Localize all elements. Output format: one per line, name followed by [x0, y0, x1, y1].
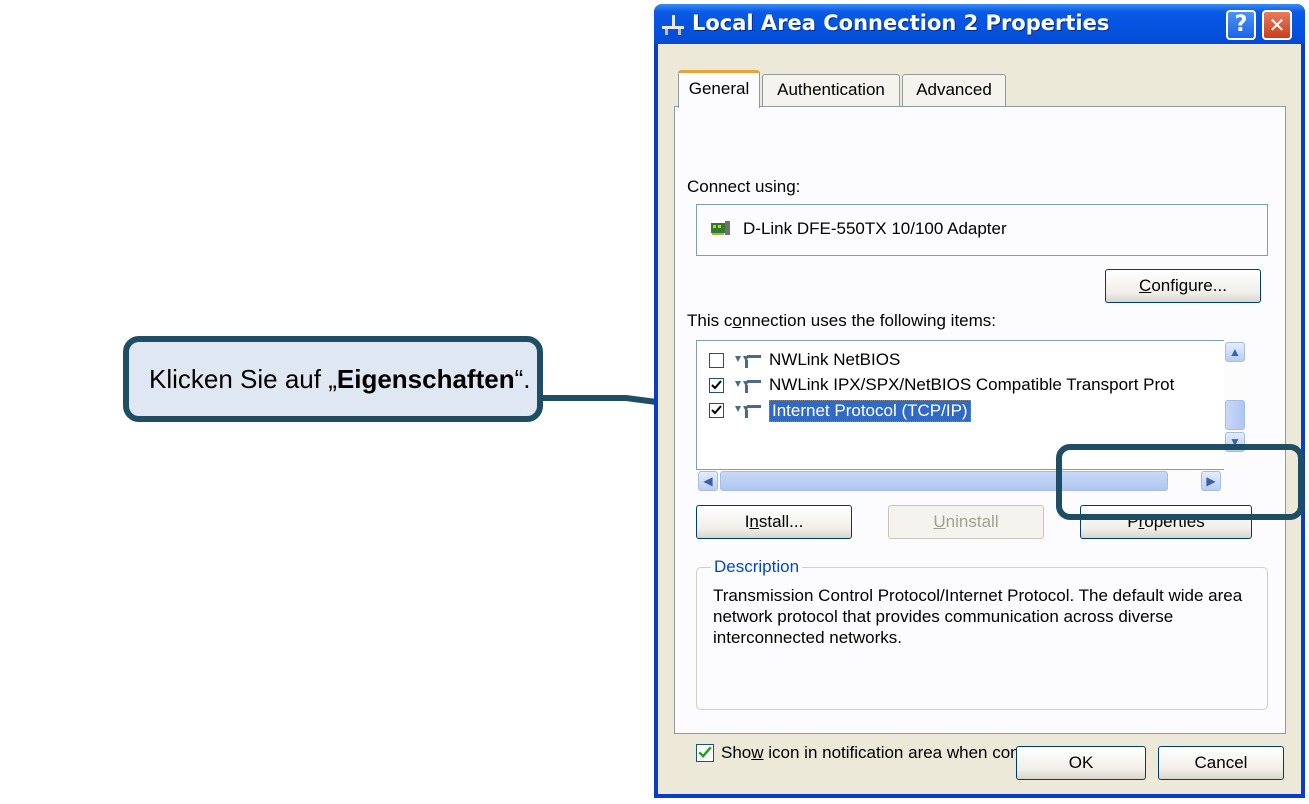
connect-using-label: Connect using:	[687, 177, 801, 196]
description-title: Description	[711, 557, 803, 577]
network-adapter-icon	[711, 221, 730, 235]
close-button[interactable]: ✕	[1262, 10, 1292, 40]
network-connection-icon	[662, 15, 684, 35]
scroll-thumb[interactable]	[1225, 400, 1245, 430]
cancel-button[interactable]: Cancel	[1158, 746, 1284, 780]
window-title: Local Area Connection 2 Properties	[692, 11, 1110, 35]
protocol-icon	[735, 380, 761, 393]
help-button[interactable]: ?	[1226, 10, 1256, 40]
tab-general[interactable]: General	[678, 70, 760, 108]
item-checkbox[interactable]	[709, 403, 724, 418]
item-label: Internet Protocol (TCP/IP)	[769, 400, 971, 422]
protocol-icon	[735, 405, 761, 418]
item-label: NWLink IPX/SPX/NetBIOS Compatible Transp…	[769, 375, 1175, 394]
protocol-icon	[735, 355, 761, 368]
item-checkbox[interactable]	[709, 378, 724, 393]
ok-button[interactable]: OK	[1016, 746, 1146, 780]
general-tab-panel: Connect using: D-Link DFE-550TX 10/100 A…	[674, 106, 1286, 762]
title-bar[interactable]: Local Area Connection 2 Properties ? ✕	[654, 4, 1305, 44]
adapter-name: D-Link DFE-550TX 10/100 Adapter	[743, 219, 1007, 238]
items-label: This connection uses the following items…	[687, 311, 997, 330]
description-text: Transmission Control Protocol/Internet P…	[713, 586, 1243, 647]
dialog-client-area: General Authentication Advanced Connect …	[658, 44, 1301, 794]
description-group: Description Transmission Control Protoco…	[696, 557, 1268, 710]
uninstall-button[interactable]: Uninstall	[888, 505, 1044, 539]
show-icon-checkbox[interactable]	[696, 744, 716, 764]
item-label: NWLink NetBIOS	[769, 350, 901, 369]
properties-highlight-frame	[1056, 444, 1304, 520]
properties-dialog: Local Area Connection 2 Properties ? ✕ G…	[654, 4, 1305, 798]
item-checkbox[interactable]	[709, 353, 724, 368]
tab-authentication[interactable]: Authentication	[762, 74, 900, 106]
adapter-field: D-Link DFE-550TX 10/100 Adapter	[696, 204, 1268, 256]
scroll-up-icon[interactable]: ▲	[1225, 342, 1245, 362]
install-button[interactable]: Install...	[696, 505, 852, 539]
scroll-left-icon[interactable]: ◀	[698, 471, 718, 491]
tab-advanced[interactable]: Advanced	[902, 74, 1006, 106]
configure-button[interactable]: Configure...	[1105, 269, 1261, 303]
